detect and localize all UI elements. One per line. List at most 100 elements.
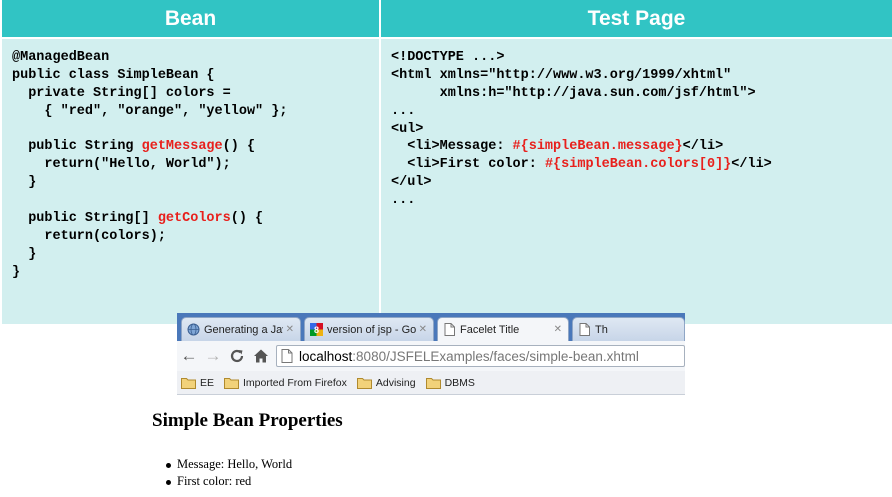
code-line: ...: [391, 103, 892, 121]
bookmark-label: DBMS: [444, 376, 475, 389]
bookmark-label: EE: [200, 376, 215, 389]
browser-window: Generating a JavaSer ✕ 8 version of jsp …: [152, 313, 685, 497]
page-icon: [281, 349, 295, 363]
code-line: <html xmlns="http://www.w3.org/1999/xhtm…: [391, 67, 892, 85]
code-text: public String: [12, 139, 142, 155]
tab-version-of-jsp[interactable]: 8 version of jsp - Google ✕: [304, 317, 434, 341]
code-text: }: [12, 175, 37, 191]
code-text: <li>First color:: [391, 157, 545, 173]
sphere-icon: [187, 323, 200, 336]
code-text: ...: [391, 193, 416, 209]
list-item: First color: red: [166, 473, 292, 490]
code-text: </li>: [682, 139, 724, 155]
list-item: Message: Hello, World: [166, 456, 292, 473]
svg-text:8: 8: [314, 325, 319, 335]
property-list: Message: Hello, World First color: red: [166, 456, 292, 490]
code-line: <!DOCTYPE ...>: [391, 49, 892, 67]
code-text: return("Hello, World");: [12, 157, 231, 173]
code-text: () {: [222, 139, 256, 155]
code-line: public String getMessage() {: [12, 138, 379, 156]
page-content: Simple Bean Properties Message: Hello, W…: [152, 396, 685, 497]
test-page-column-header: Test Page: [381, 0, 892, 37]
address-bar[interactable]: localhost:8080/JSFELExamples/faces/simpl…: [276, 345, 685, 367]
code-line: xmlns:h="http://java.sun.com/jsf/html">: [391, 85, 892, 103]
code-text: return(colors);: [12, 228, 166, 244]
code-line: <li>First color: #{simpleBean.colors[0]}…: [391, 156, 892, 174]
code-line: <ul>: [391, 121, 892, 139]
tab-title: version of jsp - Google: [327, 323, 416, 336]
folder-icon: [425, 377, 441, 389]
highlighted-code: getMessage: [141, 139, 223, 155]
code-line: return(colors);: [12, 228, 379, 246]
tab-generating-javaserver[interactable]: Generating a JavaSer ✕: [181, 317, 301, 341]
folder-icon: [224, 377, 240, 389]
url-path: :8080/JSFELExamples/faces/simple-bean.xh…: [352, 348, 639, 364]
code-line: public String[] getColors() {: [12, 210, 379, 228]
code-text: @ManagedBean: [12, 50, 110, 65]
code-text: }: [12, 246, 37, 262]
code-line: return("Hello, World");: [12, 156, 379, 174]
bookmark-imported-from-firefox[interactable]: Imported From Firefox: [224, 377, 347, 389]
tab-partial[interactable]: Th: [572, 317, 685, 341]
browser-toolbar: ← → localhost:8080/JSFELExamples/faces/s…: [177, 341, 685, 371]
tab-title: Th: [595, 323, 608, 336]
home-icon[interactable]: [251, 346, 271, 366]
tab-facelet-title[interactable]: Facelet Title ✕: [437, 317, 569, 341]
bookmarks-bar: EE Imported From Firefox Advising DBMS: [177, 371, 685, 395]
forward-arrow-icon[interactable]: →: [203, 346, 223, 366]
test-page-code-block: <!DOCTYPE ...> <html xmlns="http://www.w3…: [381, 39, 892, 324]
page-icon: [443, 323, 456, 336]
code-line: private String[] colors =: [12, 85, 379, 103]
bullet-icon: [166, 462, 171, 468]
code-line: }: [12, 264, 379, 282]
code-text: <ul>: [391, 121, 424, 137]
close-icon[interactable]: ✕: [286, 324, 294, 335]
google-icon: 8: [310, 323, 323, 336]
bean-column-header: Bean: [2, 0, 379, 37]
highlighted-code: #{simpleBean.message}: [512, 139, 683, 155]
code-text: ...: [391, 103, 416, 119]
bookmark-advising[interactable]: Advising: [356, 376, 416, 389]
list-item-text: Message: Hello, World: [177, 457, 293, 471]
page-icon: [578, 323, 591, 336]
bookmark-label: Imported From Firefox: [243, 376, 347, 389]
tab-title: Generating a JavaSer: [204, 323, 283, 336]
code-text: public String[]: [12, 211, 158, 227]
code-text: <html xmlns="http://www.w3.org/1999/xhtm…: [391, 67, 732, 83]
slide-code-table: Bean Test Page @ManagedBean public class …: [0, 0, 892, 324]
folder-icon: [181, 377, 196, 389]
code-line: }: [12, 174, 379, 192]
code-text: () {: [230, 211, 264, 227]
code-text: xmlns:h="http://java.sun.com/jsf/html">: [391, 85, 756, 101]
highlighted-code: getColors: [157, 211, 231, 227]
code-text: <!DOCTYPE ...>: [391, 50, 505, 65]
tab-bar: Generating a JavaSer ✕ 8 version of jsp …: [177, 313, 685, 341]
code-line: ...: [391, 192, 892, 210]
tab-title: Facelet Title: [460, 323, 520, 336]
code-text: public class SimpleBean {: [12, 67, 215, 83]
page-heading: Simple Bean Properties: [152, 410, 343, 431]
bookmark-ee[interactable]: EE: [181, 377, 214, 389]
bean-code-block: @ManagedBean public class SimpleBean { pr…: [2, 39, 379, 324]
code-text: <li>Message:: [391, 139, 513, 155]
folder-icon: [356, 377, 372, 389]
bookmark-dbms[interactable]: DBMS: [425, 376, 475, 389]
code-line: </ul>: [391, 174, 892, 192]
close-icon[interactable]: ✕: [554, 324, 562, 335]
code-line: public class SimpleBean {: [12, 67, 379, 85]
code-text: </ul>: [391, 175, 432, 191]
code-line: }: [12, 246, 379, 264]
code-text: </li>: [731, 157, 772, 173]
list-item-text: First color: red: [177, 474, 252, 488]
close-icon[interactable]: ✕: [419, 324, 427, 335]
reload-icon[interactable]: [227, 346, 247, 366]
url-host: localhost: [299, 348, 353, 364]
code-text: }: [12, 264, 21, 280]
back-arrow-icon[interactable]: ←: [179, 346, 199, 366]
bookmark-label: Advising: [375, 376, 416, 389]
code-line: <li>Message: #{simpleBean.message}</li>: [391, 138, 892, 156]
code-line: { "red", "orange", "yellow" };: [12, 103, 379, 121]
code-text: { "red", "orange", "yellow" };: [12, 103, 288, 119]
